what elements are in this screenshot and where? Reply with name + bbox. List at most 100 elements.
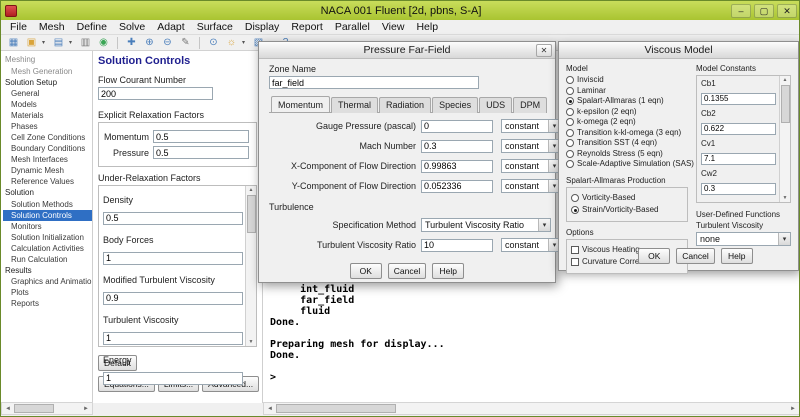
- scroll-right-icon[interactable]: ►: [787, 406, 799, 412]
- density-input[interactable]: [103, 211, 243, 225]
- help-button[interactable]: Help: [432, 263, 465, 279]
- fit-view-icon[interactable]: ✚: [124, 36, 139, 50]
- energy-input[interactable]: [103, 371, 243, 385]
- x-flow-direction-method-select[interactable]: constant ▾: [501, 159, 561, 173]
- menu-solve[interactable]: Solve: [113, 20, 151, 35]
- cb2-input[interactable]: [701, 122, 776, 135]
- model-option-transition-sst[interactable]: Transition SST (4 eqn): [566, 138, 688, 149]
- menu-surface[interactable]: Surface: [191, 20, 239, 35]
- scroll-right-icon[interactable]: ►: [80, 406, 92, 412]
- tree-item-run-calculation[interactable]: Run Calculation: [3, 254, 92, 265]
- console-horizontal-scrollbar[interactable]: ◄ ►: [263, 402, 799, 415]
- mach-number-method-select[interactable]: constant ▾: [501, 139, 561, 153]
- model-constants-scrollbar[interactable]: ▲ ▼: [779, 76, 790, 202]
- scrollbar-thumb[interactable]: [246, 195, 256, 233]
- model-option-laminar[interactable]: Laminar: [566, 86, 688, 97]
- under-relaxation-scrollbar[interactable]: ▲ ▼: [245, 186, 256, 346]
- model-option-inviscid[interactable]: Inviscid: [566, 75, 688, 86]
- menu-define[interactable]: Define: [71, 20, 113, 35]
- menu-report[interactable]: Report: [285, 20, 329, 35]
- save-dropdown-icon[interactable]: ▾: [69, 39, 75, 46]
- menu-help[interactable]: Help: [410, 20, 444, 35]
- cancel-button[interactable]: Cancel: [387, 263, 427, 279]
- scrollbar-thumb[interactable]: [276, 404, 396, 413]
- save-icon[interactable]: ▤: [51, 36, 66, 50]
- open-folder-icon[interactable]: ▣: [24, 36, 39, 50]
- y-flow-direction-method-select[interactable]: constant ▾: [501, 179, 561, 193]
- model-option-k-omega[interactable]: k-omega (2 eqn): [566, 117, 688, 128]
- tree-item-mesh-interfaces[interactable]: Mesh Interfaces: [3, 154, 92, 165]
- pressure-input[interactable]: [153, 146, 249, 159]
- probe-icon[interactable]: ⊙: [206, 36, 221, 50]
- tree-item-reports[interactable]: Reports: [3, 298, 92, 309]
- tree-item-cell-zone-conditions[interactable]: Cell Zone Conditions: [3, 132, 92, 143]
- model-option-reynolds-stress[interactable]: Reynolds Stress (5 eqn): [566, 149, 688, 160]
- dialog-titlebar[interactable]: Viscous Model: [559, 42, 798, 59]
- scrollbar-thumb[interactable]: [14, 404, 54, 413]
- tree-item-calculation-activities[interactable]: Calculation Activities: [3, 243, 92, 254]
- tab-thermal[interactable]: Thermal: [331, 97, 379, 113]
- scroll-down-icon[interactable]: ▼: [783, 194, 788, 202]
- tree-item-mesh-generation[interactable]: Mesh Generation: [3, 66, 92, 77]
- menu-parallel[interactable]: Parallel: [329, 20, 376, 35]
- flow-courant-input[interactable]: [98, 87, 213, 100]
- pencil-icon[interactable]: ✎: [178, 36, 193, 50]
- scroll-left-icon[interactable]: ◄: [2, 406, 14, 412]
- tab-uds[interactable]: UDS: [479, 97, 513, 113]
- x-flow-direction-input[interactable]: [421, 159, 493, 173]
- y-flow-direction-input[interactable]: [421, 179, 493, 193]
- model-option-k-epsilon[interactable]: k-epsilon (2 eqn): [566, 107, 688, 118]
- tree-item-models[interactable]: Models: [3, 99, 92, 110]
- tab-momentum[interactable]: Momentum: [271, 96, 331, 112]
- dialog-close-button[interactable]: ✕: [536, 44, 552, 57]
- grid-icon[interactable]: ▦: [6, 36, 21, 50]
- lights-icon[interactable]: ☼: [224, 36, 239, 50]
- tree-item-reference-values[interactable]: Reference Values: [3, 176, 92, 187]
- scroll-left-icon[interactable]: ◄: [264, 406, 276, 412]
- production-option-strain-vorticity[interactable]: Strain/Vorticity-Based: [571, 205, 683, 216]
- maximize-button[interactable]: ▢: [754, 3, 774, 18]
- dialog-titlebar[interactable]: Pressure Far-Field: [259, 42, 555, 59]
- model-option-transition-k-kl-omega[interactable]: Transition k-kl-omega (3 eqn): [566, 128, 688, 139]
- tree-horizontal-scrollbar[interactable]: ◄ ►: [1, 402, 93, 415]
- menu-mesh[interactable]: Mesh: [33, 20, 71, 35]
- tree-section-results[interactable]: Results: [3, 265, 92, 277]
- tree-item-materials[interactable]: Materials: [3, 110, 92, 121]
- tab-species[interactable]: Species: [432, 97, 479, 113]
- turbulent-viscosity-ratio-method-select[interactable]: constant ▾: [501, 238, 561, 252]
- tree-section-meshing[interactable]: Meshing: [3, 54, 92, 66]
- model-option-sas[interactable]: Scale-Adaptive Simulation (SAS): [566, 159, 694, 170]
- cv1-input[interactable]: [701, 152, 776, 165]
- tree-item-plots[interactable]: Plots: [3, 287, 92, 298]
- tree-item-general[interactable]: General: [3, 88, 92, 99]
- model-option-spalart-allmaras[interactable]: Spalart-Allmaras (1 eqn): [566, 96, 688, 107]
- menu-adapt[interactable]: Adapt: [151, 20, 190, 35]
- scrollbar-thumb[interactable]: [780, 85, 790, 123]
- tree-item-solution-controls[interactable]: Solution Controls: [3, 209, 92, 221]
- menu-view[interactable]: View: [376, 20, 411, 35]
- tab-dpm[interactable]: DPM: [513, 97, 548, 113]
- record-icon[interactable]: ◉: [96, 36, 111, 50]
- zone-name-input[interactable]: [269, 76, 479, 89]
- tab-radiation[interactable]: Radiation: [379, 97, 432, 113]
- scroll-up-icon[interactable]: ▲: [783, 76, 788, 84]
- gauge-pressure-method-select[interactable]: constant ▾: [501, 119, 561, 133]
- minimize-button[interactable]: –: [731, 3, 751, 18]
- specification-method-select[interactable]: Turbulent Viscosity Ratio ▾: [421, 218, 551, 232]
- turbulent-viscosity-input[interactable]: [103, 331, 243, 345]
- zoom-out-icon[interactable]: ⊖: [160, 36, 175, 50]
- tree-item-boundary-conditions[interactable]: Boundary Conditions: [3, 143, 92, 154]
- zoom-in-icon[interactable]: ⊕: [142, 36, 157, 50]
- cancel-button[interactable]: Cancel: [676, 248, 715, 264]
- tree-section-solution[interactable]: Solution: [3, 187, 92, 199]
- ok-button[interactable]: OK: [638, 248, 671, 264]
- help-button[interactable]: Help: [720, 248, 753, 264]
- tree-item-solution-initialization[interactable]: Solution Initialization: [3, 232, 92, 243]
- tree-item-graphics-and-animations[interactable]: Graphics and Animations: [3, 276, 92, 287]
- ok-button[interactable]: OK: [349, 263, 382, 279]
- lights-dropdown-icon[interactable]: ▾: [242, 39, 248, 46]
- body-forces-input[interactable]: [103, 251, 243, 265]
- menu-display[interactable]: Display: [239, 20, 285, 35]
- tree-item-solution-methods[interactable]: Solution Methods: [3, 199, 92, 210]
- mach-number-input[interactable]: [421, 139, 493, 153]
